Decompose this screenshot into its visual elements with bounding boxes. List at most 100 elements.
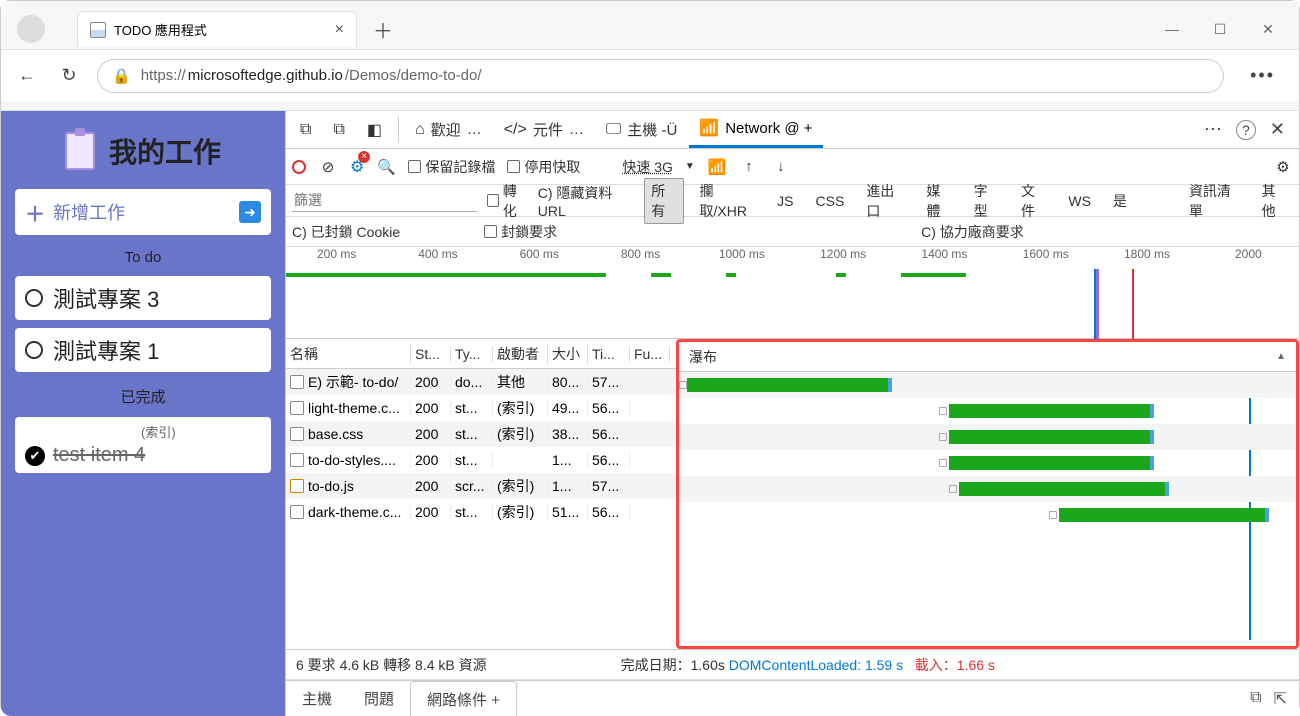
home-icon: ⌂ [415, 121, 425, 139]
status-bar: 6 要求 4.6 kB 轉移 8.4 kB 資源 完成日期：1.60s DOMC… [286, 650, 1299, 680]
sort-icon[interactable]: ▲ [1276, 351, 1286, 362]
table-row[interactable]: to-do.js200scr...(索引)1...57... [286, 473, 676, 499]
filter-toggle[interactable]: ⚙ [350, 157, 364, 177]
add-task-label: 新增工作 [53, 199, 125, 225]
lock-icon: 🔒 [112, 67, 131, 85]
network-toolbar: ⊘ ⚙ 🔍 保留記錄檔 停用快取 快速 3G ▼ 📶 ↑ ↓ ⚙ [286, 149, 1299, 185]
drawer-tab-netcond[interactable]: 網路條件 + [410, 681, 517, 716]
clear-button[interactable]: ⊘ [318, 158, 338, 176]
filter-row: 轉化 C) 隱藏資料 URL 所有 攔取/XHR JS CSS 進出口 媒體 字… [286, 185, 1299, 217]
profile-avatar[interactable] [17, 15, 45, 43]
request-summary: 6 要求 4.6 kB 轉移 8.4 kB 資源 [296, 655, 487, 675]
filter-yes[interactable]: 是 [1107, 189, 1133, 213]
help-button[interactable]: ? [1236, 120, 1256, 140]
filter-input[interactable] [292, 190, 477, 212]
drawer-icon-2[interactable]: ⇱ [1274, 689, 1287, 709]
blocked-cookie-label[interactable]: C) 已封鎖 Cookie [292, 222, 400, 242]
url-host: microsoftedge.github.io [188, 67, 343, 84]
settings-button[interactable]: ⚙ [1273, 158, 1293, 176]
task-checkbox[interactable] [25, 341, 43, 359]
browser-tab[interactable]: TODO 應用程式 × [77, 11, 357, 47]
filter-other[interactable]: 其他 [1256, 179, 1293, 223]
maximize-button[interactable]: ☐ [1197, 21, 1243, 38]
window-controls: — ☐ ✕ [1149, 21, 1291, 38]
table-row[interactable]: E) 示範- to-do/200do...其他80...57... [286, 369, 676, 395]
devtools-close-button[interactable]: ✕ [1270, 119, 1285, 140]
waterfall-header: 瀑布 [689, 347, 717, 367]
section-done-label: 已完成 [15, 380, 271, 409]
browser-chrome: TODO 應用程式 × ＋ — ☐ ✕ ← ↻ 🔒 https:// micro… [1, 1, 1299, 111]
task-checkbox[interactable] [25, 289, 43, 307]
table-row[interactable]: light-theme.c...200st...(索引)49...56... [286, 395, 676, 421]
resource-table: 名稱 St... Ty... 啟動者 大小 Ti... Fu... E) 示範-… [286, 339, 1299, 650]
timeline-ruler: 200 ms 400 ms 600 ms 800 ms 1000 ms 1200… [286, 247, 1299, 269]
drawer-icon-1[interactable]: ⧉ [1250, 689, 1261, 709]
tab-title: TODO 應用程式 [114, 20, 327, 39]
filter-ws[interactable]: WS [1062, 191, 1097, 211]
resource-columns: 名稱 St... Ty... 啟動者 大小 Ti... Fu... E) 示範-… [286, 339, 676, 649]
new-tab-button[interactable]: ＋ [365, 15, 401, 44]
filter-css[interactable]: CSS [810, 191, 851, 211]
hide-data-label[interactable]: C) 隱藏資料 URL [538, 183, 634, 219]
table-row[interactable]: to-do-styles....200st...1...56... [286, 447, 676, 473]
disable-cache-checkbox[interactable]: 停用快取 [507, 157, 580, 177]
close-button[interactable]: ✕ [1245, 21, 1291, 38]
upload-icon[interactable]: ↑ [739, 158, 759, 175]
device-icon: ⧉ [333, 121, 344, 139]
filter-fetch[interactable]: 攔取/XHR [694, 179, 762, 223]
device-button[interactable]: ⧉ [323, 111, 354, 148]
devtools-more-button[interactable]: ⋯ [1204, 119, 1222, 140]
filter-media[interactable]: 媒體 [920, 179, 957, 223]
todo-app: 我的工作 ＋ 新增工作 ➜ To do 測試專案 3 測試專案 1 已完成 (索… [1, 111, 285, 716]
tab-network[interactable]: 📶Network @ + [689, 111, 822, 148]
search-button[interactable]: 🔍 [376, 158, 396, 176]
wifi-small-icon[interactable]: 📶 [707, 158, 727, 176]
refresh-button[interactable]: ↻ [55, 65, 83, 86]
add-task-input[interactable]: ＋ 新增工作 ➜ [15, 189, 271, 235]
throttle-select[interactable]: 快速 3G [622, 157, 673, 177]
task-card[interactable]: 測試專案 1 [15, 328, 271, 372]
tab-host[interactable]: 🖵主機 -Ü [596, 111, 687, 148]
submit-button[interactable]: ➜ [239, 201, 261, 223]
clipboard-icon [65, 132, 95, 170]
filter-import[interactable]: 進出口 [860, 179, 910, 223]
back-button[interactable]: ← [13, 65, 41, 86]
filter-js[interactable]: JS [771, 191, 799, 211]
filter-doc[interactable]: 文件 [1015, 179, 1052, 223]
plus-icon: ＋ [25, 198, 45, 227]
filter-manifest[interactable]: 資訊清單 [1183, 179, 1246, 223]
table-row[interactable]: base.css200st...(索引)38...56... [286, 421, 676, 447]
cookie-row: C) 已封鎖 Cookie 封鎖要求 C) 協力廠商要求 [286, 217, 1299, 247]
tab-bar: TODO 應用程式 × ＋ — ☐ ✕ [1, 1, 1299, 49]
done-task-label: test item 4 [53, 444, 145, 467]
browser-menu-button[interactable]: ••• [1238, 65, 1287, 86]
third-party-label[interactable]: C) 協力廠商要求 [921, 222, 1024, 242]
preserve-log-checkbox[interactable]: 保留記錄檔 [408, 157, 495, 177]
caret-down-icon: ▼ [685, 161, 695, 172]
table-row[interactable]: dark-theme.c...200st...(索引)51...56... [286, 499, 676, 525]
address-bar[interactable]: 🔒 https:// microsoftedge.github.io /Demo… [97, 59, 1224, 93]
task-label: 測試專案 3 [53, 282, 159, 314]
minimize-button[interactable]: — [1149, 21, 1195, 38]
column-headers[interactable]: 名稱 St... Ty... 啟動者 大小 Ti... Fu... [286, 339, 676, 369]
tab-elements[interactable]: </>元件… [494, 111, 594, 148]
drawer-tab-host[interactable]: 主機 [286, 681, 348, 716]
task-card[interactable]: 測試專案 3 [15, 276, 271, 320]
task-label: 測試專案 1 [53, 334, 159, 366]
inspect-button[interactable]: ⧉ [290, 111, 321, 148]
download-icon[interactable]: ↓ [771, 158, 791, 175]
timeline-overview[interactable]: 200 ms 400 ms 600 ms 800 ms 1000 ms 1200… [286, 247, 1299, 339]
drawer-tab-issues[interactable]: 問題 [348, 681, 410, 716]
record-button[interactable] [292, 160, 306, 174]
load-label: 載入：1.66 s [915, 657, 995, 673]
task-card-done[interactable]: (索引) ✔ test item 4 [15, 417, 271, 473]
tab-close-icon[interactable]: × [335, 21, 344, 39]
check-icon[interactable]: ✔ [25, 446, 45, 466]
filter-font[interactable]: 字型 [968, 179, 1005, 223]
block-req-checkbox[interactable]: 封鎖要求 [484, 222, 557, 242]
invert-checkbox[interactable]: 轉化 [487, 181, 528, 221]
waterfall-panel[interactable]: 瀑布 ▲ [676, 339, 1299, 649]
monitor-icon: 🖵 [606, 121, 621, 139]
tab-welcome[interactable]: ⌂歡迎… [405, 111, 492, 148]
dock-button[interactable]: ◧ [357, 111, 392, 148]
